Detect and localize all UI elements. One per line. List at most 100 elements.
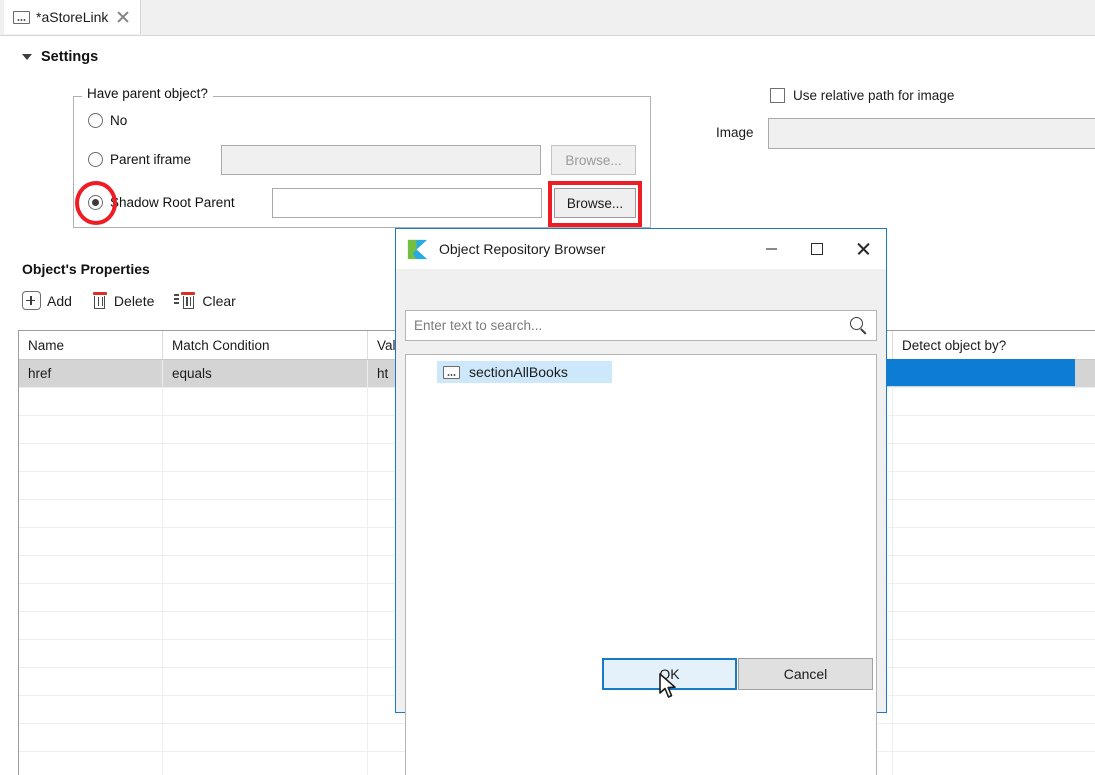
use-relative-path-row[interactable]: Use relative path for image	[770, 88, 954, 103]
close-button[interactable]	[840, 229, 886, 269]
cell-empty	[163, 668, 368, 695]
cell-empty	[893, 724, 1095, 751]
cell-empty	[893, 696, 1095, 723]
cancel-button[interactable]: Cancel	[738, 658, 873, 690]
cell-empty	[19, 668, 163, 695]
delete-icon	[92, 292, 108, 309]
add-property-button[interactable]: Add	[22, 291, 72, 310]
cell-empty	[893, 612, 1095, 639]
cell-empty	[19, 752, 163, 775]
have-parent-object-legend: Have parent object?	[82, 86, 213, 101]
editor-tab-strip: *aStoreLink	[0, 0, 1095, 36]
editor-tab-astorelink[interactable]: *aStoreLink	[4, 0, 142, 34]
cell-empty	[163, 584, 368, 611]
clear-button-label: Clear	[202, 292, 236, 309]
cell-empty	[163, 724, 368, 751]
detect-object-by-cell-selection	[886, 359, 1075, 386]
cell-empty	[163, 640, 368, 667]
cell-empty	[893, 472, 1095, 499]
cell-empty	[163, 472, 368, 499]
cell-empty	[163, 556, 368, 583]
radio-parent-iframe[interactable]	[88, 152, 103, 167]
radio-row-parent-iframe[interactable]: Parent iframe	[88, 152, 191, 167]
image-field[interactable]	[768, 118, 1095, 149]
cell-empty	[893, 416, 1095, 443]
list-item[interactable]: sectionAllBooks	[437, 361, 612, 383]
cell-empty	[893, 528, 1095, 555]
delete-property-button[interactable]: Delete	[92, 292, 154, 309]
objects-properties-title: Object's Properties	[22, 261, 150, 277]
radio-row-no[interactable]: No	[88, 113, 127, 128]
maximize-icon	[811, 243, 823, 255]
cell-empty	[893, 584, 1095, 611]
image-field-label: Image	[716, 125, 754, 140]
document-icon	[13, 10, 30, 24]
maximize-button[interactable]	[794, 229, 840, 269]
clear-icon	[174, 292, 196, 309]
delete-button-label: Delete	[113, 292, 155, 309]
cell-empty	[19, 640, 163, 667]
column-header-match-condition[interactable]: Match Condition	[163, 331, 368, 359]
cell-empty	[163, 612, 368, 639]
dialog-title-bar[interactable]: Object Repository Browser	[396, 229, 886, 269]
cell-empty	[893, 556, 1095, 583]
editor-tab-label: *aStoreLink	[36, 9, 109, 25]
cell-empty	[893, 640, 1095, 667]
clear-properties-button[interactable]: Clear	[174, 292, 236, 309]
chevron-down-icon[interactable]	[22, 54, 32, 60]
add-icon	[22, 291, 41, 310]
cell-empty	[893, 388, 1095, 415]
cell-empty	[19, 724, 163, 751]
search-placeholder: Enter text to search...	[414, 318, 543, 333]
cell-empty	[19, 584, 163, 611]
page-title: Settings	[41, 49, 99, 65]
search-input[interactable]: Enter text to search...	[405, 310, 877, 341]
column-header-detect-object-by[interactable]: Detect object by?	[893, 331, 1095, 359]
cell-empty	[19, 416, 163, 443]
settings-section-header[interactable]: Settings	[22, 49, 98, 65]
radio-label-parent-iframe: Parent iframe	[110, 152, 192, 167]
cell-empty	[163, 444, 368, 471]
minimize-button[interactable]	[748, 229, 794, 269]
cell-empty	[19, 528, 163, 555]
close-icon[interactable]	[116, 10, 130, 24]
cell-empty	[893, 752, 1095, 775]
minimize-icon	[765, 248, 777, 250]
dialog-footer: OK Cancel	[396, 644, 886, 712]
add-button-label: Add	[47, 292, 72, 309]
cell-empty	[19, 388, 163, 415]
parent-iframe-browse-button: Browse...	[551, 145, 636, 175]
column-header-name[interactable]: Name	[19, 331, 163, 359]
cell-empty	[893, 444, 1095, 471]
properties-toolbar: Add Delete Clear	[22, 291, 236, 310]
close-icon	[856, 242, 871, 257]
tree-item-label: sectionAllBooks	[469, 364, 568, 380]
cell-empty	[19, 444, 163, 471]
window-controls	[748, 229, 886, 269]
annotation-rect-browse-button	[548, 181, 642, 227]
document-icon	[443, 365, 460, 379]
katalon-logo-icon	[406, 238, 429, 261]
cell-empty	[163, 500, 368, 527]
radio-no[interactable]	[88, 113, 103, 128]
object-repository-browser-dialog: Object Repository Browser Enter text to …	[395, 228, 887, 775]
cell-match-condition: equals	[163, 360, 368, 387]
cell-empty	[19, 612, 163, 639]
application-window: *aStoreLink Settings Have parent object?…	[0, 0, 1095, 775]
mouse-pointer-icon	[658, 672, 680, 702]
cell-empty	[19, 556, 163, 583]
radio-label-shadow-root-parent: Shadow Root Parent	[110, 195, 235, 210]
cell-empty	[163, 752, 368, 775]
search-icon[interactable]	[850, 316, 868, 335]
cell-empty	[19, 500, 163, 527]
use-relative-path-checkbox[interactable]	[770, 88, 785, 103]
dialog-title: Object Repository Browser	[439, 241, 606, 257]
annotation-ellipse-shadow-root-radio	[75, 181, 117, 225]
radio-label-no: No	[110, 113, 128, 128]
cell-empty	[163, 528, 368, 555]
cell-empty	[19, 472, 163, 499]
parent-iframe-input[interactable]	[221, 145, 541, 175]
shadow-root-parent-input[interactable]	[272, 188, 542, 218]
cell-empty	[163, 388, 368, 415]
use-relative-path-label: Use relative path for image	[793, 88, 955, 103]
